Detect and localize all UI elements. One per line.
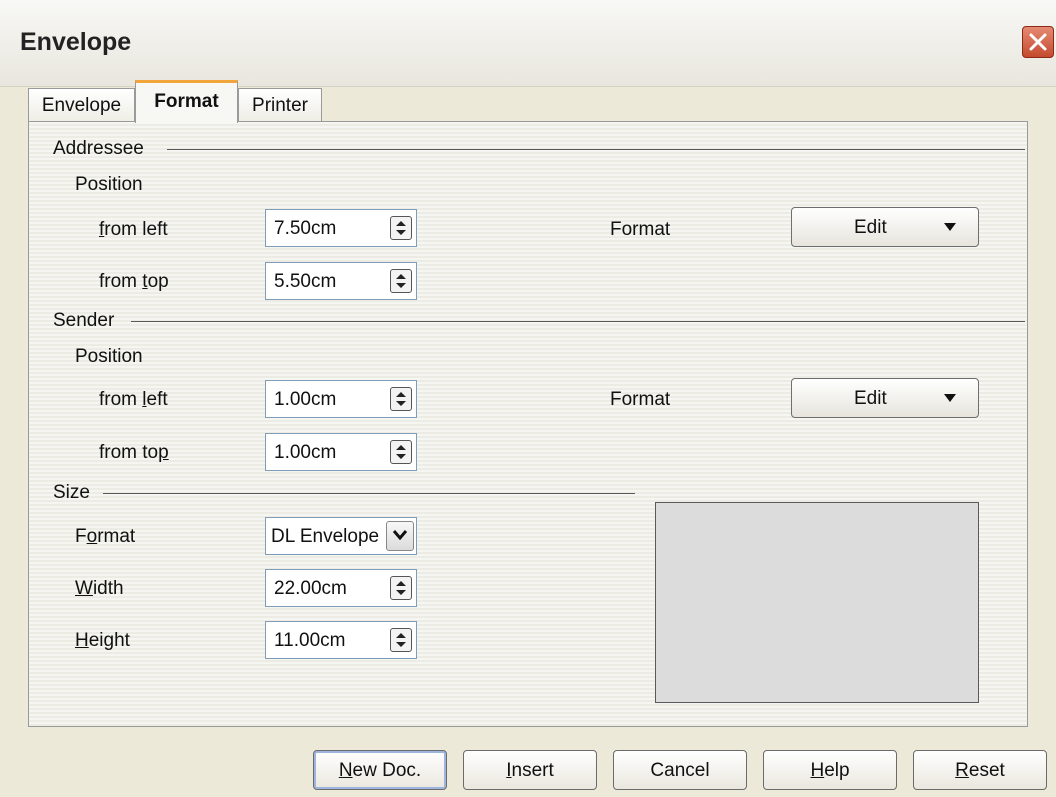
tab-printer[interactable]: Printer — [238, 88, 322, 122]
spin-arrows-icon[interactable] — [390, 269, 412, 293]
sender-from-left-label: from left — [99, 389, 168, 410]
spin-arrows-icon[interactable] — [390, 440, 412, 464]
addressee-from-top-label: from top — [99, 271, 169, 292]
spin-arrows-icon[interactable] — [390, 576, 412, 600]
size-format-value: DL Envelope — [271, 526, 380, 547]
spin-arrows-icon[interactable] — [390, 628, 412, 652]
sender-edit-label: Edit — [854, 388, 887, 409]
cancel-button[interactable]: Cancel — [613, 750, 747, 790]
size-section-label: Size — [53, 482, 90, 503]
size-separator — [103, 493, 635, 494]
close-button[interactable] — [1022, 26, 1054, 58]
chevron-down-icon — [392, 530, 408, 541]
cancel-label: Cancel — [650, 760, 710, 781]
sender-edit-button[interactable]: Edit — [791, 378, 979, 418]
addressee-edit-button[interactable]: Edit — [791, 207, 979, 247]
reset-button[interactable]: Reset — [913, 750, 1047, 790]
tab-format[interactable]: Format — [135, 80, 238, 123]
envelope-preview — [655, 502, 979, 703]
close-icon — [1029, 33, 1047, 51]
addressee-from-top-value: 5.50cm — [274, 271, 337, 292]
insert-button[interactable]: Insert — [463, 750, 597, 790]
new-doc-button[interactable]: New Doc. — [313, 750, 447, 790]
addressee-separator — [167, 149, 1025, 150]
new-doc-label-accel: N — [338, 760, 353, 781]
sender-from-top-value: 1.00cm — [274, 442, 337, 463]
size-height-value: 11.00cm — [274, 630, 346, 651]
addressee-from-top-spinbox[interactable]: 5.50cm — [265, 262, 417, 300]
dropdown-arrow-icon — [944, 223, 956, 231]
size-format-label: Format — [75, 526, 136, 547]
size-format-combobox[interactable]: DL Envelope — [265, 517, 417, 555]
window-title: Envelope — [20, 28, 132, 56]
insert-label: nsert — [511, 760, 554, 781]
dropdown-button[interactable] — [386, 521, 414, 551]
sender-from-left-spinbox[interactable]: 1.00cm — [265, 380, 417, 418]
addressee-section-label: Addressee — [53, 138, 144, 159]
tab-envelope-label: Envelope — [41, 95, 122, 116]
format-tab-panel: Addressee Position from left 7.50cm from… — [28, 121, 1028, 727]
addressee-format-label: Format — [610, 219, 671, 240]
help-label: elp — [824, 760, 850, 781]
size-width-label: Width — [75, 578, 124, 599]
sender-position-label: Position — [75, 346, 143, 367]
size-width-spinbox[interactable]: 22.00cm — [265, 569, 417, 607]
sender-section-label: Sender — [53, 310, 115, 331]
help-button[interactable]: Help — [763, 750, 897, 790]
tab-printer-label: Printer — [252, 95, 308, 116]
addressee-position-label: Position — [75, 174, 143, 195]
sender-from-top-spinbox[interactable]: 1.00cm — [265, 433, 417, 471]
sender-from-left-value: 1.00cm — [274, 389, 337, 410]
dropdown-arrow-icon — [944, 394, 956, 402]
title-bar[interactable]: Envelope — [0, 0, 1056, 87]
new-doc-label: ew Doc. — [352, 760, 422, 781]
sender-separator — [131, 321, 1025, 322]
tab-format-label: Format — [154, 91, 219, 112]
addressee-from-left-value: 7.50cm — [274, 218, 337, 239]
reset-label: eset — [968, 760, 1005, 781]
sender-format-label: Format — [610, 389, 671, 410]
sender-from-top-label: from top — [99, 442, 169, 463]
size-height-label: Height — [75, 630, 130, 651]
addressee-edit-label: Edit — [854, 217, 887, 238]
size-height-spinbox[interactable]: 11.00cm — [265, 621, 417, 659]
addressee-from-left-spinbox[interactable]: 7.50cm — [265, 209, 417, 247]
size-width-value: 22.00cm — [274, 578, 347, 599]
spin-arrows-icon[interactable] — [390, 387, 412, 411]
spin-arrows-icon[interactable] — [390, 216, 412, 240]
envelope-dialog: Envelope Envelope Format Printer Address… — [0, 0, 1056, 797]
addressee-from-left-label: from left — [99, 219, 168, 240]
tab-envelope[interactable]: Envelope — [28, 88, 135, 122]
